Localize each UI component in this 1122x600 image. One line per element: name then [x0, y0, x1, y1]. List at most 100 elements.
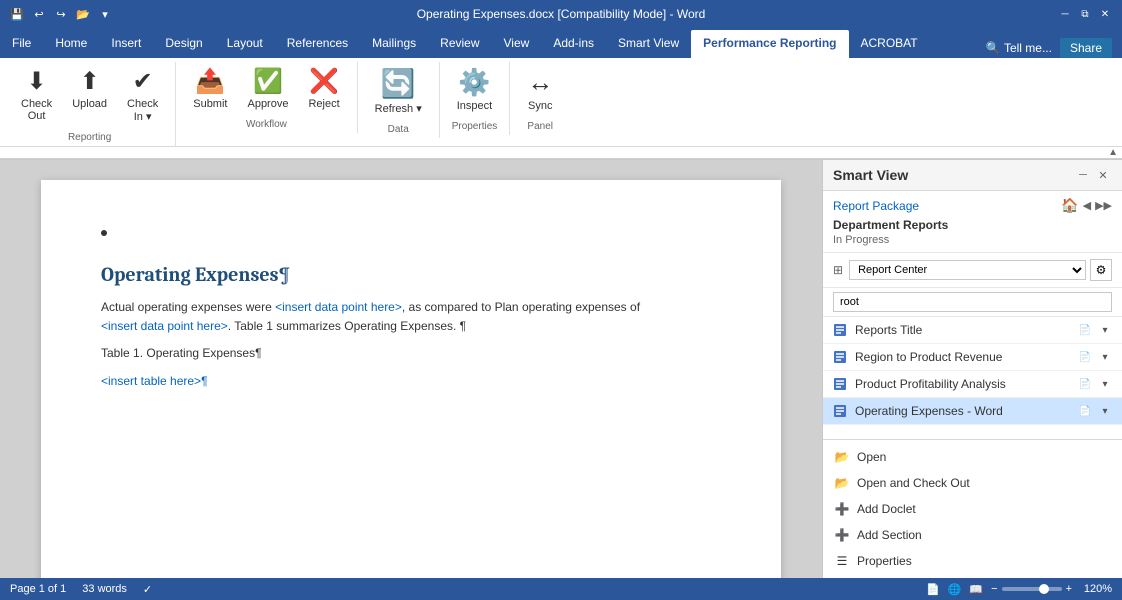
workflow-buttons: 📤 Submit ✅ Approve ❌ Reject	[184, 62, 348, 115]
tree-label-reports-title: Reports Title	[855, 323, 1076, 337]
open-icon[interactable]: 📂	[74, 5, 92, 23]
ribbon-group-reporting: ⬇ CheckOut ⬆ Upload ✔ CheckIn ▾ Reportin…	[4, 62, 176, 146]
smart-view-close-button[interactable]: ✕	[1094, 166, 1112, 184]
report-center-dropdown[interactable]: Report Center	[849, 260, 1086, 280]
tree-action-more-reports-title[interactable]: ▾	[1096, 321, 1114, 339]
upload-icon: ⬆	[80, 67, 100, 96]
tell-me-input[interactable]: 🔍 Tell me...	[986, 41, 1052, 55]
doc-insert-table-link[interactable]: <insert table here>¶	[101, 374, 208, 388]
menu-add-section-label: Add Section	[857, 528, 922, 542]
checkout-button[interactable]: ⬇ CheckOut	[12, 62, 61, 127]
tree-action-more-operating-expenses[interactable]: ▾	[1096, 402, 1114, 420]
panel-buttons: ↔ Sync	[518, 62, 562, 117]
collapse-ribbon-button[interactable]: ▲	[1108, 147, 1118, 158]
document-body: Actual operating expenses were <insert d…	[101, 298, 721, 391]
tab-mailings[interactable]: Mailings	[360, 30, 428, 58]
properties-buttons: ⚙️ Inspect	[448, 62, 501, 117]
undo-icon[interactable]: ↩	[30, 5, 48, 23]
menu-item-properties[interactable]: ☰ Properties	[823, 548, 1122, 574]
sync-button[interactable]: ↔ Sync	[518, 62, 562, 117]
tree-item-operating-expenses[interactable]: Operating Expenses - Word 📄 ▾	[823, 398, 1122, 425]
sv-search-input[interactable]	[833, 292, 1112, 312]
document-page: Operating Expenses¶ Actual operating exp…	[41, 180, 781, 578]
sv-nav-more[interactable]: ▶▶	[1095, 199, 1112, 212]
sv-select-row: ⊞ Report Center ⚙	[823, 253, 1122, 288]
table-caption-text: Table 1. Operating Expenses¶	[101, 346, 262, 360]
status-bar: Page 1 of 1 33 words ✓ 📄 🌐 📖 − + 120%	[0, 578, 1122, 600]
refresh-icon: 🔄	[381, 67, 416, 100]
more-icon[interactable]: ▾	[96, 5, 114, 23]
submit-button[interactable]: 📤 Submit	[184, 62, 236, 115]
menu-item-add-section[interactable]: ➕ Add Section	[823, 522, 1122, 548]
tree-action-more-region-product[interactable]: ▾	[1096, 348, 1114, 366]
department-reports-label: Department Reports	[833, 218, 1112, 232]
smart-view-panel: Smart View ─ ✕ Report Package 🏠 ◀ ▶▶ De	[822, 160, 1122, 578]
inspect-button[interactable]: ⚙️ Inspect	[448, 62, 501, 117]
menu-item-open-checkout[interactable]: 📂 Open and Check Out	[823, 470, 1122, 496]
tree-action-doc-region-product[interactable]: 📄	[1076, 348, 1094, 366]
checkin-button[interactable]: ✔ CheckIn ▾	[118, 62, 167, 128]
tab-review[interactable]: Review	[428, 30, 491, 58]
tree-item-region-product[interactable]: Region to Product Revenue 📄 ▾	[823, 344, 1122, 371]
refresh-button[interactable]: 🔄 Refresh ▾	[366, 62, 431, 120]
tab-view[interactable]: View	[492, 30, 542, 58]
tree-item-product-profitability[interactable]: Product Profitability Analysis 📄 ▾	[823, 371, 1122, 398]
tab-references[interactable]: References	[275, 30, 360, 58]
home-icon[interactable]: 🏠	[1061, 197, 1078, 214]
share-button[interactable]: Share	[1060, 38, 1112, 58]
zoom-in-button[interactable]: +	[1066, 583, 1072, 595]
restore-button[interactable]: ⧉	[1076, 6, 1094, 22]
tab-acrobat[interactable]: ACROBAT	[849, 30, 930, 58]
tab-addins[interactable]: Add-ins	[541, 30, 606, 58]
zoom-slider[interactable]	[1002, 587, 1062, 591]
sv-refresh-icon[interactable]: ⚙	[1090, 259, 1112, 281]
doc-insert-link-1[interactable]: <insert data point here>	[275, 300, 402, 314]
view-normal-icon[interactable]: 📄	[926, 583, 940, 596]
doc-insert-table: <insert table here>¶	[101, 372, 721, 391]
report-package-link[interactable]: Report Package	[833, 199, 919, 213]
zoom-thumb	[1039, 584, 1049, 594]
approve-button[interactable]: ✅ Approve	[238, 62, 297, 115]
zoom-out-button[interactable]: −	[991, 583, 997, 595]
sv-nav-back[interactable]: ◀	[1083, 199, 1091, 212]
submit-icon: 📤	[195, 67, 225, 96]
tab-file[interactable]: File	[0, 30, 43, 58]
save-icon[interactable]: 💾	[8, 5, 26, 23]
quick-access-toolbar: 💾 ↩ ↪ 📂 ▾	[8, 5, 114, 23]
reject-button[interactable]: ❌ Reject	[299, 62, 348, 115]
tree-item-reports-title[interactable]: Reports Title 📄 ▾	[823, 317, 1122, 344]
tree-item-icon-region-product	[831, 348, 849, 366]
tree-action-doc-operating-expenses[interactable]: 📄	[1076, 402, 1094, 420]
menu-item-add-doclet[interactable]: ➕ Add Doclet	[823, 496, 1122, 522]
properties-label: Properties	[448, 117, 501, 135]
tree-action-doc-product-profitability[interactable]: 📄	[1076, 375, 1094, 393]
close-button[interactable]: ✕	[1096, 6, 1114, 22]
view-read-icon[interactable]: 📖	[969, 583, 983, 596]
tab-performance-reporting[interactable]: Performance Reporting	[691, 30, 848, 58]
tree-actions-region-product: 📄 ▾	[1076, 348, 1114, 366]
checkout-icon: ⬇	[27, 67, 47, 96]
tab-smartview[interactable]: Smart View	[606, 30, 691, 58]
menu-item-open[interactable]: 📂 Open	[823, 444, 1122, 470]
document-check-icon[interactable]: ✓	[143, 583, 152, 596]
checkin-icon: ✔	[133, 67, 153, 96]
smart-view-minimize-button[interactable]: ─	[1074, 166, 1092, 184]
tab-design[interactable]: Design	[153, 30, 214, 58]
status-right: 📄 🌐 📖 − + 120%	[926, 583, 1112, 596]
tab-home[interactable]: Home	[43, 30, 99, 58]
redo-icon[interactable]: ↪	[52, 5, 70, 23]
tab-layout[interactable]: Layout	[215, 30, 275, 58]
tab-insert[interactable]: Insert	[99, 30, 153, 58]
upload-button[interactable]: ⬆ Upload	[63, 62, 116, 115]
window-title: Operating Expenses.docx [Compatibility M…	[417, 7, 706, 21]
tree-action-more-product-profitability[interactable]: ▾	[1096, 375, 1114, 393]
title-bar-left: 💾 ↩ ↪ 📂 ▾	[8, 5, 114, 23]
view-web-icon[interactable]: 🌐	[948, 583, 962, 596]
panel-label: Panel	[518, 117, 562, 135]
sv-report-package-section: Report Package 🏠 ◀ ▶▶ Department Reports…	[823, 191, 1122, 253]
data-label: Data	[366, 120, 431, 138]
doc-insert-link-2[interactable]: <insert data point here>	[101, 319, 228, 333]
tree-action-doc-reports-title[interactable]: 📄	[1076, 321, 1094, 339]
minimize-button[interactable]: ─	[1056, 6, 1074, 22]
sv-search-section	[823, 288, 1122, 317]
